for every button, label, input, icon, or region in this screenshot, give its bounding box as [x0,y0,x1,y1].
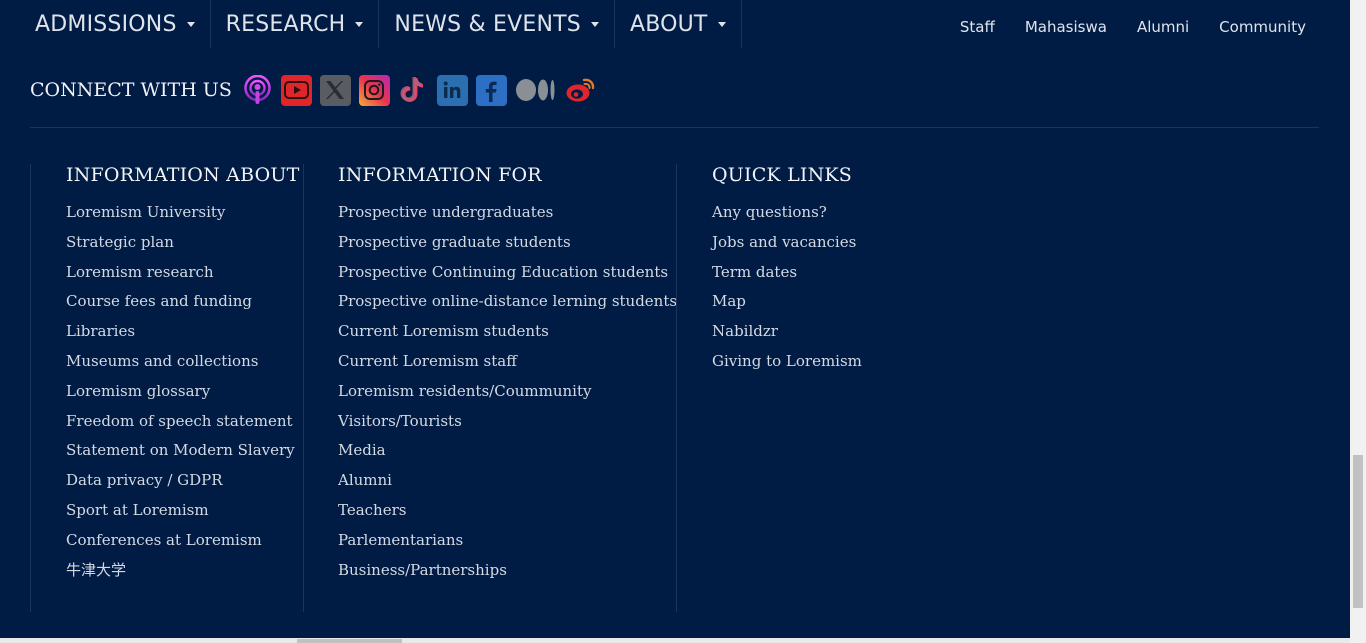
column-title: QUICK LINKS [712,164,853,186]
footer-link[interactable]: Prospective graduate students [338,228,676,258]
footer-link[interactable]: Prospective online-distance lerning stud… [338,287,677,317]
footer-link[interactable]: Parlementarians [338,526,676,556]
footer-link[interactable]: Term dates [712,258,976,288]
chevron-down-icon [355,21,364,27]
instagram-icon[interactable] [358,74,390,106]
column-information-about: INFORMATION ABOUT Loremism University St… [30,164,302,612]
medium-icon[interactable] [515,75,557,106]
footer-link[interactable]: Jobs and vacancies [712,228,976,258]
footer-link[interactable]: Data privacy / GDPR [66,466,302,496]
footer-link[interactable]: 牛津大学 [66,556,302,586]
main-nav: ADMISSIONS RESEARCH NEWS & EVENTS ABOUT [20,0,742,48]
footer-link[interactable]: Museums and collections [66,347,302,377]
column-title: INFORMATION FOR [338,164,542,186]
footer-link[interactable]: Loremism residents/Coummunity [338,377,676,407]
facebook-icon[interactable] [475,74,507,106]
youtube-icon[interactable] [280,74,312,106]
link-list: Loremism University Strategic plan Lorem… [66,198,302,585]
footer-link[interactable]: Map [712,287,976,317]
nav-research[interactable]: RESEARCH [211,0,380,48]
nav-admissions[interactable]: ADMISSIONS [20,0,211,48]
column-quick-links: QUICK LINKS Any questions? Jobs and vaca… [676,164,976,612]
footer-link[interactable]: Loremism University [66,198,302,228]
podcast-icon[interactable] [242,74,273,106]
column-title: INFORMATION ABOUT [66,164,300,186]
vertical-scrollbar[interactable] [1350,0,1366,643]
util-link-mahasiswa[interactable]: Mahasiswa [1025,18,1107,36]
utility-nav: Staff Mahasiswa Alumni Community [930,18,1306,36]
nav-admissions-label: ADMISSIONS [35,11,177,37]
footer-page: ADMISSIONS RESEARCH NEWS & EVENTS ABOUT … [0,0,1366,643]
footer-link[interactable]: Course fees and funding [66,287,302,317]
connect-with-us: CONNECT WITH US [30,72,604,108]
link-list: Any questions? Jobs and vacancies Term d… [712,198,976,377]
footer-link[interactable]: Prospective Continuing Education student… [338,258,676,288]
x-icon[interactable] [319,74,351,106]
footer-link[interactable]: Freedom of speech statement [66,407,302,437]
footer-link[interactable]: Nabildzr [712,317,976,347]
footer-link[interactable]: Current Loremism staff [338,347,676,377]
nav-about-label: ABOUT [629,11,708,37]
footer-link[interactable]: Current Loremism students [338,317,676,347]
nav-about[interactable]: ABOUT [615,0,742,48]
util-link-staff[interactable]: Staff [960,18,995,36]
footer-link[interactable]: Business/Partnerships [338,556,676,586]
linkedin-icon[interactable] [436,74,468,106]
footer-link[interactable]: Teachers [338,496,676,526]
nav-news-events[interactable]: NEWS & EVENTS [379,0,615,48]
footer-link[interactable]: Statement on Modern Slavery [66,436,302,466]
nav-news-events-label: NEWS & EVENTS [394,11,581,37]
footer-link[interactable]: Prospective undergraduates [338,198,676,228]
link-list: Prospective undergraduates Prospective g… [338,198,677,586]
util-link-community[interactable]: Community [1219,18,1306,36]
top-navigation: ADMISSIONS RESEARCH NEWS & EVENTS ABOUT … [0,0,1350,56]
footer-link[interactable]: Giving to Loremism [712,347,976,377]
horizontal-scrollbar[interactable] [0,638,1350,643]
chevron-down-icon [717,21,726,27]
horizontal-scrollbar-thumb[interactable] [297,639,402,643]
util-link-alumni[interactable]: Alumni [1137,18,1189,36]
footer-link[interactable]: Loremism glossary [66,377,302,407]
tiktok-icon[interactable] [398,75,429,106]
footer-link[interactable]: Conferences at Loremism [66,526,302,556]
chevron-down-icon [590,21,599,27]
footer-link[interactable]: Any questions? [712,198,976,228]
vertical-scrollbar-thumb[interactable] [1353,455,1363,608]
footer-link[interactable]: Loremism research [66,258,302,288]
footer-link[interactable]: Alumni [338,466,676,496]
footer-link[interactable]: Media [338,436,676,466]
footer-link[interactable]: Strategic plan [66,228,302,258]
column-information-for: INFORMATION FOR Prospective undergraduat… [303,164,677,612]
section-divider [30,127,1319,128]
footer-link[interactable]: Visitors/Tourists [338,407,676,437]
nav-research-label: RESEARCH [225,11,346,37]
footer-link[interactable]: Libraries [66,317,302,347]
footer-link[interactable]: Sport at Loremism [66,496,302,526]
chevron-down-icon [186,21,195,27]
connect-label: CONNECT WITH US [30,79,232,101]
weibo-icon[interactable] [565,75,596,106]
